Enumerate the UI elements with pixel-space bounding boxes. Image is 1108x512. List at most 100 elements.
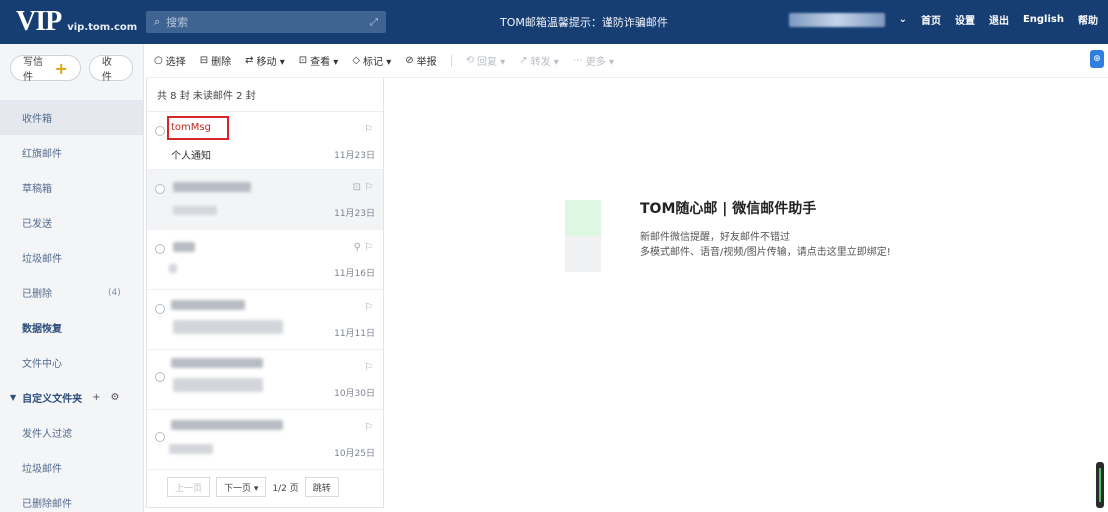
attachment-icon: ⊡ xyxy=(352,182,361,193)
notice-text[interactable]: TOM邮箱温馨提示：谨防诈骗邮件 xyxy=(500,14,668,30)
mark-button[interactable]: ◇ 标记 ▾ xyxy=(352,53,391,68)
blurred-subject xyxy=(169,444,213,454)
toolbar-label: 移动 ▾ xyxy=(256,57,285,68)
mail-checkbox[interactable] xyxy=(155,184,165,194)
report-button[interactable]: ⊘ 举报 xyxy=(405,53,436,68)
sidebar-item-sent[interactable]: 已发送 xyxy=(0,205,143,240)
header-link-logout[interactable]: 退出 xyxy=(989,12,1009,27)
reply-icon: ⟲ xyxy=(465,55,474,66)
sidebar-item-label: 红旗邮件 xyxy=(22,149,62,160)
feedback-icon[interactable]: ⊕ xyxy=(1090,50,1104,68)
mail-item[interactable]: ⚐ 10月25日 xyxy=(147,410,383,470)
forward-button[interactable]: ↗ 转发 ▾ xyxy=(519,53,559,68)
sidebar-item-deleted-mail[interactable]: 已删除邮件 xyxy=(0,485,143,512)
next-page-button[interactable]: 下一页 ▾ xyxy=(216,477,267,497)
more-button[interactable]: ⋯ 更多 ▾ xyxy=(573,53,614,68)
compose-button[interactable]: 写信件 + xyxy=(10,55,81,83)
flag-icon[interactable]: ⚐ xyxy=(364,182,373,193)
highlight-box xyxy=(167,116,229,140)
mail-subject: 个人通知 xyxy=(171,151,211,162)
blurred-subject xyxy=(173,320,283,334)
blurred-sender xyxy=(171,300,245,310)
add-folder-icon[interactable]: + xyxy=(92,392,100,403)
sidebar-item-filter[interactable]: 发件人过滤 xyxy=(0,415,143,450)
top-bar: VIP vip.tom.com ⌕ ⤢ TOM邮箱温馨提示：谨防诈骗邮件 ⌄ 首… xyxy=(0,0,1108,44)
mail-checkbox[interactable] xyxy=(155,372,165,382)
promo-line-2[interactable]: 多模式邮件、语音/视频/图片传输，请点击这里立即绑定! xyxy=(640,243,891,258)
toolbar-divider xyxy=(450,54,452,67)
mail-checkbox[interactable] xyxy=(155,244,165,254)
page-indicator: 1/2 页 xyxy=(272,483,299,494)
qr-code-image xyxy=(565,200,601,272)
sidebar-item-starred[interactable]: 红旗邮件 xyxy=(0,135,143,170)
plus-icon: + xyxy=(54,58,68,78)
flag-icon[interactable]: ⚐ xyxy=(364,124,373,135)
receive-label: 收件 xyxy=(101,57,112,83)
blurred-sender xyxy=(173,182,251,192)
sidebar-item-label: 垃圾邮件 xyxy=(22,464,62,475)
view-button[interactable]: ⊡ 查看 ▾ xyxy=(299,53,339,68)
search-icon: ⌕ xyxy=(154,15,161,28)
custom-folder-group[interactable]: ▼ 自定义文件夹 + ⚙ xyxy=(0,380,143,415)
mail-checkbox[interactable] xyxy=(155,432,165,442)
sidebar-item-drafts[interactable]: 草稿箱 xyxy=(0,170,143,205)
scrollbar-handle[interactable] xyxy=(1096,462,1104,508)
logo-domain: vip.tom.com xyxy=(67,22,138,33)
sidebar-item-spam[interactable]: 垃圾邮件 xyxy=(0,240,143,275)
mail-item[interactable]: ⚐ 10月30日 xyxy=(147,350,383,410)
sidebar-item-label: 发件人过滤 xyxy=(22,429,72,440)
report-icon: ⊘ xyxy=(405,55,414,66)
sidebar-item-label: 文件中心 xyxy=(22,359,62,370)
flag-icon[interactable]: ⚐ xyxy=(364,302,373,313)
blurred-sender xyxy=(173,242,195,252)
flag-icon[interactable]: ⚐ xyxy=(364,422,373,433)
search-input[interactable] xyxy=(166,15,370,29)
sidebar-item-label: 已删除邮件 xyxy=(22,499,72,510)
blurred-subject xyxy=(173,378,263,392)
toolbar-label: 选择 xyxy=(165,57,186,68)
search-clear-icon[interactable]: ⤢ xyxy=(370,17,378,28)
reply-button[interactable]: ⟲ 回复 ▾ xyxy=(466,53,506,68)
mail-date: 11月23日 xyxy=(334,209,375,219)
header-link-help[interactable]: 帮助 xyxy=(1078,12,1098,27)
prev-page-button[interactable]: 上一页 xyxy=(167,477,211,497)
toolbar-label: 回复 ▾ xyxy=(477,57,506,68)
sidebar-item-inbox[interactable]: 收件箱 xyxy=(0,100,143,135)
user-email-blurred[interactable] xyxy=(788,12,885,27)
sidebar-item-data-recovery[interactable]: 数据恢复 xyxy=(0,310,143,345)
select-button[interactable]: ○ 选择 xyxy=(154,53,186,68)
mail-item[interactable]: tomMsg 个人通知 ⚐ 11月23日 xyxy=(147,112,383,170)
sidebar-item-deleted[interactable]: 已删除 (4) xyxy=(0,275,143,310)
logo-vip-text: VIP xyxy=(16,6,62,37)
mail-date: 10月25日 xyxy=(334,449,375,459)
header-link-english[interactable]: English xyxy=(1023,14,1064,25)
mail-item[interactable]: ⚐ 11月11日 xyxy=(147,290,383,350)
move-button[interactable]: ⇄ 移动 ▾ xyxy=(245,53,285,68)
folder-settings-icon[interactable]: ⚙ xyxy=(111,392,120,403)
mail-checkbox[interactable] xyxy=(155,126,165,136)
sidebar-item-file-center[interactable]: 文件中心 xyxy=(0,345,143,380)
caret-down-icon[interactable]: ▼ xyxy=(10,393,16,402)
flag-icon[interactable]: ⚐ xyxy=(364,362,373,373)
receive-button[interactable]: 收件 xyxy=(88,55,133,83)
mail-checkbox[interactable] xyxy=(155,304,165,314)
more-icon: ⋯ xyxy=(572,55,583,66)
search-box[interactable]: ⌕ ⤢ xyxy=(146,11,386,33)
blurred-subject xyxy=(169,264,177,273)
mail-item[interactable]: ⊡ ⚐ 11月23日 xyxy=(147,170,383,230)
sidebar-item-spam-2[interactable]: 垃圾邮件 xyxy=(0,450,143,485)
mail-item[interactable]: ⚲ ⚐ 11月16日 xyxy=(147,230,383,290)
delete-button[interactable]: ⊟ 删除 xyxy=(200,53,231,68)
sidebar-item-label: 草稿箱 xyxy=(22,184,52,195)
header-link-home[interactable]: 首页 xyxy=(921,12,941,27)
logo[interactable]: VIP vip.tom.com xyxy=(16,6,137,38)
sidebar-item-label: 收件箱 xyxy=(22,114,52,125)
header-link-settings[interactable]: 设置 xyxy=(955,12,975,27)
forward-icon: ↗ xyxy=(519,55,528,66)
flag-icon[interactable]: ⚐ xyxy=(364,242,373,253)
mail-date: 11月11日 xyxy=(334,329,375,339)
jump-page-button[interactable]: 跳转 xyxy=(304,477,339,497)
sidebar-item-label: 数据恢复 xyxy=(22,324,62,335)
toolbar-label: 更多 ▾ xyxy=(585,57,614,68)
user-menu-chevron-icon[interactable]: ⌄ xyxy=(899,14,907,25)
